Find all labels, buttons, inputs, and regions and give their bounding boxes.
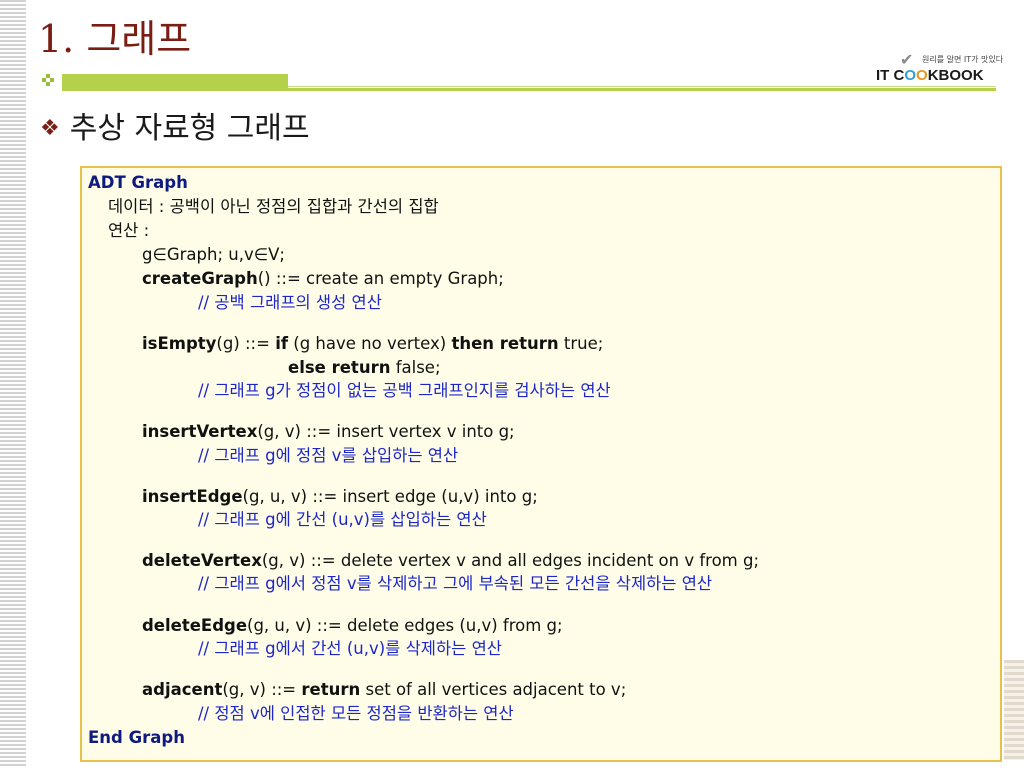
op-delete-edge-sig: (g, u, v) ::= delete edges (u,v) from g; bbox=[247, 616, 563, 635]
op-delete-vertex-name: deleteVertex bbox=[142, 551, 262, 570]
op-insert-vertex-name: insertVertex bbox=[142, 422, 258, 441]
op-insert-edge-sig: (g, u, v) ::= insert edge (u,v) into g; bbox=[242, 487, 538, 506]
op-is-empty: isEmpty(g) ::= if (g have no vertex) the… bbox=[142, 333, 603, 355]
title-underline-thin bbox=[288, 86, 996, 87]
op-adjacent-comment: // 정점 v에 인접한 모든 정점을 반환하는 연산 bbox=[198, 704, 514, 723]
kw-return: return bbox=[301, 680, 361, 699]
op-insert-edge: insertEdge(g, u, v) ::= insert edge (u,v… bbox=[142, 486, 538, 508]
op-insert-edge-name: insertEdge bbox=[142, 487, 243, 506]
logo-brand-o2: O bbox=[916, 67, 928, 84]
adt-declaration: g∈Graph; u,v∈V; bbox=[142, 245, 285, 264]
title-underline bbox=[62, 88, 996, 91]
op-delete-vertex-sig: (g, v) ::= delete vertex v and all edges… bbox=[261, 551, 760, 570]
adt-header: ADT Graph bbox=[88, 173, 188, 192]
op-create-graph-sig: () ::= create an empty Graph; bbox=[257, 269, 504, 288]
op-is-empty-cond: (g have no vertex) bbox=[288, 334, 452, 353]
corner-decoration bbox=[1004, 660, 1024, 760]
kw-if: if bbox=[275, 334, 289, 353]
adt-ops-label: 연산 : bbox=[108, 221, 150, 240]
logo-brand-o1: O bbox=[904, 67, 917, 84]
adt-footer: End Graph bbox=[88, 728, 185, 747]
bullet-deco-icon bbox=[42, 74, 54, 86]
op-insert-vertex-comment: // 그래프 g에 정점 v를 삽입하는 연산 bbox=[198, 446, 459, 465]
op-insert-edge-comment: // 그래프 g에 간선 (u,v)를 삽입하는 연산 bbox=[198, 510, 487, 529]
logo-tagline: 원리를 알면 IT가 맛있다 bbox=[922, 55, 1004, 64]
logo-brand-suffix: KBOOK bbox=[927, 67, 984, 84]
op-delete-vertex: deleteVertex(g, v) ::= delete vertex v a… bbox=[142, 550, 759, 572]
op-delete-edge-name: deleteEdge bbox=[142, 616, 248, 635]
op-is-empty-else: else return false; bbox=[288, 357, 441, 379]
op-adjacent-name: adjacent bbox=[142, 680, 223, 699]
op-create-graph: createGraph() ::= create an empty Graph; bbox=[142, 268, 504, 290]
logo-brand-prefix: IT C bbox=[876, 67, 905, 84]
left-stripe-decoration bbox=[0, 0, 26, 768]
kw-then-return: then return bbox=[451, 334, 559, 353]
kw-else-return: else return bbox=[288, 358, 391, 377]
op-is-empty-false: false; bbox=[390, 358, 441, 377]
diamond-bullet-icon: ❖ bbox=[40, 116, 60, 141]
it-cookbook-logo: ✔ 원리를 알면 IT가 맛있다 IT COOKBOOK bbox=[870, 50, 1003, 86]
adt-data-line: 데이터 : 공백이 아닌 정점의 집합과 간선의 집합 bbox=[108, 197, 439, 216]
op-delete-edge-comment: // 그래프 g에서 간선 (u,v)를 삭제하는 연산 bbox=[198, 639, 502, 658]
title-underline-block bbox=[62, 74, 288, 88]
op-is-empty-comment: // 그래프 g가 정점이 없는 공백 그래프인지를 검사하는 연산 bbox=[198, 381, 611, 400]
section-heading: ❖ 추상 자료형 그래프 bbox=[40, 114, 310, 144]
op-is-empty-name: isEmpty bbox=[142, 334, 217, 353]
op-insert-vertex: insertVertex(g, v) ::= insert vertex v i… bbox=[142, 421, 515, 443]
logo-brand: IT COOKBOOK bbox=[876, 67, 984, 84]
op-create-graph-comment: // 공백 그래프의 생성 연산 bbox=[198, 293, 382, 312]
op-delete-edge: deleteEdge(g, u, v) ::= delete edges (u,… bbox=[142, 615, 563, 637]
op-create-graph-name: createGraph bbox=[142, 269, 258, 288]
section-heading-text: 추상 자료형 그래프 bbox=[69, 111, 310, 146]
op-delete-vertex-comment: // 그래프 g에서 정점 v를 삭제하고 그에 부속된 모든 간선을 삭제하는… bbox=[198, 574, 713, 593]
op-is-empty-args: (g) ::= bbox=[216, 334, 276, 353]
op-adjacent-args: (g, v) ::= bbox=[222, 680, 302, 699]
op-adjacent-rest: set of all vertices adjacent to v; bbox=[360, 680, 627, 699]
op-insert-vertex-sig: (g, v) ::= insert vertex v into g; bbox=[257, 422, 515, 441]
op-is-empty-true: true; bbox=[558, 334, 604, 353]
op-adjacent: adjacent(g, v) ::= return set of all ver… bbox=[142, 679, 626, 701]
slide-title: 1. 그래프 bbox=[38, 17, 192, 61]
